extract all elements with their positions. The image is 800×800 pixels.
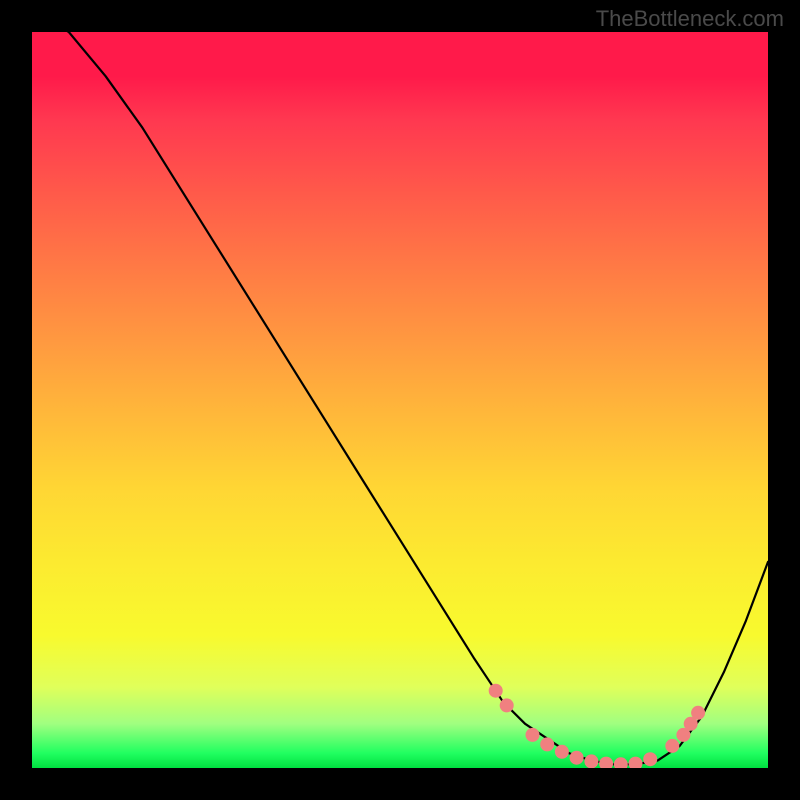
highlight-marker (540, 737, 554, 751)
highlight-marker (643, 752, 657, 766)
highlight-marker (599, 757, 613, 768)
highlight-marker (489, 684, 503, 698)
highlight-marker (555, 745, 569, 759)
chart-svg-layer (32, 32, 768, 768)
highlight-marker-group (489, 684, 705, 768)
watermark-text: TheBottleneck.com (596, 6, 784, 32)
highlight-marker (629, 757, 643, 768)
highlight-marker (500, 698, 514, 712)
highlight-marker (665, 739, 679, 753)
highlight-marker (691, 706, 705, 720)
highlight-marker (584, 754, 598, 768)
highlight-marker (526, 728, 540, 742)
highlight-marker (614, 757, 628, 768)
highlight-marker (570, 751, 584, 765)
bottleneck-curve-line (32, 32, 768, 764)
chart-plot-area (32, 32, 768, 768)
